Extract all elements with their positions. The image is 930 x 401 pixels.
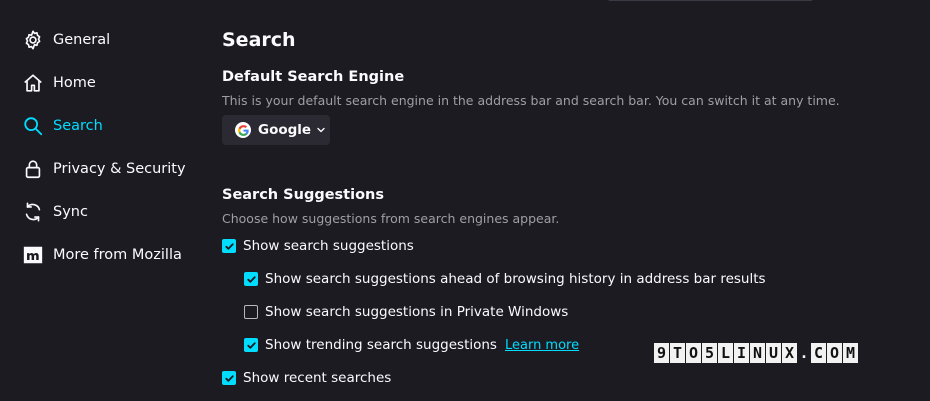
watermark-char: 5 [702,343,717,363]
watermark-char: U [766,343,781,363]
watermark-char: X [782,343,797,363]
checkbox[interactable] [244,272,258,286]
sidebar-item-general[interactable]: General [22,27,110,53]
chevron-down-icon [316,125,326,135]
sidebar-item-sync[interactable]: Sync [22,199,88,225]
option-show-recent-searches[interactable]: Show recent searches [222,367,391,389]
default-search-engine-dropdown[interactable]: Google [222,115,330,145]
watermark-char: C [811,343,826,363]
sync-icon [22,201,44,223]
default-search-engine-heading: Default Search Engine [222,69,405,85]
watermark-logo: 9TO5LINUX.COM [654,343,858,363]
sidebar-item-label: More from Mozilla [53,247,182,263]
option-label[interactable]: Show search suggestions in Private Windo… [265,304,568,320]
search-suggestions-heading: Search Suggestions [222,187,384,203]
option-label[interactable]: Show search suggestions [243,238,414,254]
sidebar-item-privacy[interactable]: Privacy & Security [22,156,186,182]
lock-icon [22,158,44,180]
watermark-char: M [843,343,858,363]
checkbox[interactable] [222,371,236,385]
checkbox[interactable] [244,338,258,352]
home-icon [22,72,44,94]
watermark-char: O [686,343,701,363]
option-trending-suggestions[interactable]: Show trending search suggestions Learn m… [244,334,579,356]
option-show-search-suggestions[interactable]: Show search suggestions [222,235,414,257]
watermark-char: . [799,344,809,362]
selected-engine-label: Google [258,122,312,138]
watermark-char: N [750,343,765,363]
sidebar-item-label: Home [53,75,96,91]
sidebar-item-label: Privacy & Security [53,161,186,177]
sidebar-item-search[interactable]: Search [22,113,103,139]
option-label[interactable]: Show search suggestions ahead of browsin… [265,271,766,287]
watermark-char: 9 [654,343,669,363]
option-suggestions-private-windows[interactable]: Show search suggestions in Private Windo… [244,301,568,323]
mozilla-icon [22,244,44,266]
sidebar-item-label: General [53,32,111,48]
checkbox[interactable] [244,305,258,319]
watermark-char: O [827,343,842,363]
default-search-engine-description: This is your default search engine in th… [222,93,840,108]
checkbox[interactable] [222,239,236,253]
option-suggestions-ahead-of-history[interactable]: Show search suggestions ahead of browsin… [244,268,766,290]
search-suggestions-description: Choose how suggestions from search engin… [222,211,560,226]
watermark-char: L [718,343,733,363]
watermark-char: I [734,343,749,363]
watermark-char: T [670,343,685,363]
sidebar: General Home Search Privacy & Security S… [0,0,200,401]
option-label[interactable]: Show trending search suggestions [265,337,497,353]
sidebar-item-label: Search [53,118,103,134]
sidebar-item-label: Sync [53,204,88,220]
gear-icon [22,29,44,51]
sidebar-item-home[interactable]: Home [22,70,96,96]
search-icon [22,115,44,137]
search-pane: Search Default Search Engine This is you… [222,0,922,401]
sidebar-item-more-from-mozilla[interactable]: More from Mozilla [22,242,182,268]
google-icon [235,122,251,138]
page-title: Search [222,29,296,51]
option-label[interactable]: Show recent searches [243,370,391,386]
learn-more-link[interactable]: Learn more [505,338,579,353]
